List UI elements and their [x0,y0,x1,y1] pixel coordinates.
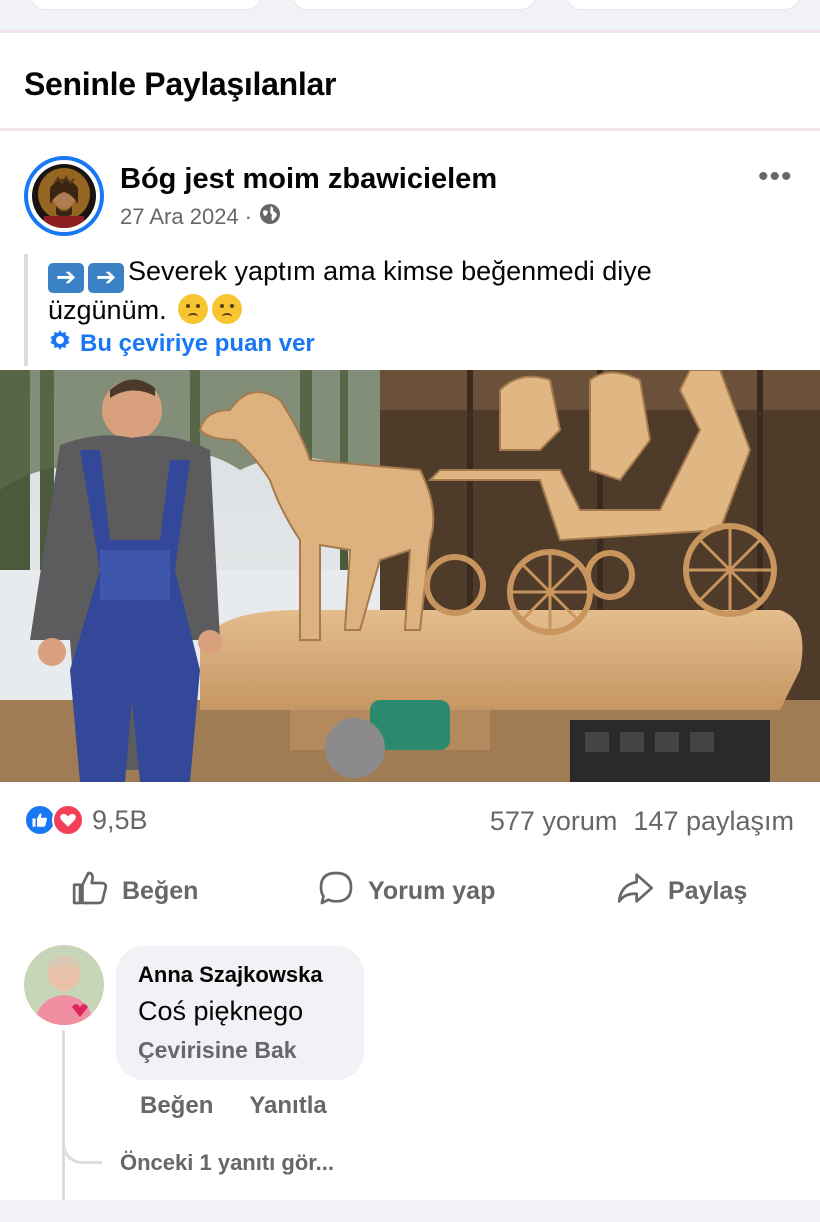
commenter-name[interactable]: Anna Szajkowska [138,962,342,988]
thread-line [62,1030,65,1200]
see-translation-link[interactable]: Çevirisine Bak [138,1037,342,1064]
top-filter-bar [0,0,820,30]
meta-separator: · [244,204,252,229]
filter-chip[interactable] [566,0,800,10]
comment-bubble: Anna Szajkowska Coś pięknego Çevirisine … [116,946,364,1080]
gear-icon [48,328,72,359]
bottom-divider [0,1200,820,1222]
post-date[interactable]: 27 Ara 2024 [120,204,239,230]
reaction-count: 9,5B [92,804,148,835]
crying-face-emoji-icon [178,294,209,324]
post-text-line2: üzgünüm. [48,295,167,325]
share-count[interactable]: 147 paylaşım [633,806,794,836]
divider [0,30,820,33]
filter-chip[interactable] [292,0,536,10]
arrow-right-emoji-icon: ➔ [48,263,84,293]
comment-button[interactable]: Yorum yap [316,868,495,915]
previous-replies-link[interactable]: Önceki 1 yanıtı gör... [120,1150,334,1176]
comment-like-button[interactable]: Beğen [140,1092,213,1120]
comment-reply-button[interactable]: Yanıtla [249,1092,326,1120]
arrow-right-emoji-icon: ➔ [88,263,124,293]
post-photo[interactable] [0,370,820,782]
like-label: Beğen [122,877,199,905]
comment-actions: Beğen Yanıtla [140,1092,327,1120]
comment-label: Yorum yap [368,877,496,905]
like-button[interactable]: Beğen [70,868,198,915]
rate-translation-link[interactable]: Bu çeviriye puan ver [48,328,315,359]
comment-count[interactable]: 577 yorum [490,806,618,836]
post-text-line1: Severek yaptım ama kimse beğenmedi diye [128,256,652,286]
engagement-stats: 577 yorum 147 paylaşım [490,806,794,837]
commenter-avatar[interactable] [24,945,104,1025]
like-icon [70,868,110,915]
comment-text: Coś pięknego [138,996,304,1026]
post-meta: 27 Ara 2024 · [120,202,282,232]
share-label: Paylaş [668,877,748,905]
author-avatar[interactable] [24,156,104,236]
section-title: Seninle Paylaşılanlar [24,66,337,102]
divider [0,128,820,131]
post-text: ➔ ➔ Severek yaptım ama kimse beğenmedi diy… [48,254,788,327]
translation-bar [24,254,28,366]
comment-icon [316,868,356,915]
rate-translation-label: Bu çeviriye puan ver [80,329,315,357]
filter-chip[interactable] [30,0,262,10]
more-icon[interactable]: ••• [758,160,793,194]
post-author[interactable]: Bóg jest moim zbawicielem [120,163,497,196]
thread-branch [62,1120,102,1164]
crying-face-emoji-icon [212,294,243,324]
reactions-summary[interactable]: 9,5B [24,804,148,836]
love-reaction-icon [52,804,84,836]
share-icon [614,868,656,915]
share-button[interactable]: Paylaş [614,868,747,915]
globe-icon [258,202,282,232]
